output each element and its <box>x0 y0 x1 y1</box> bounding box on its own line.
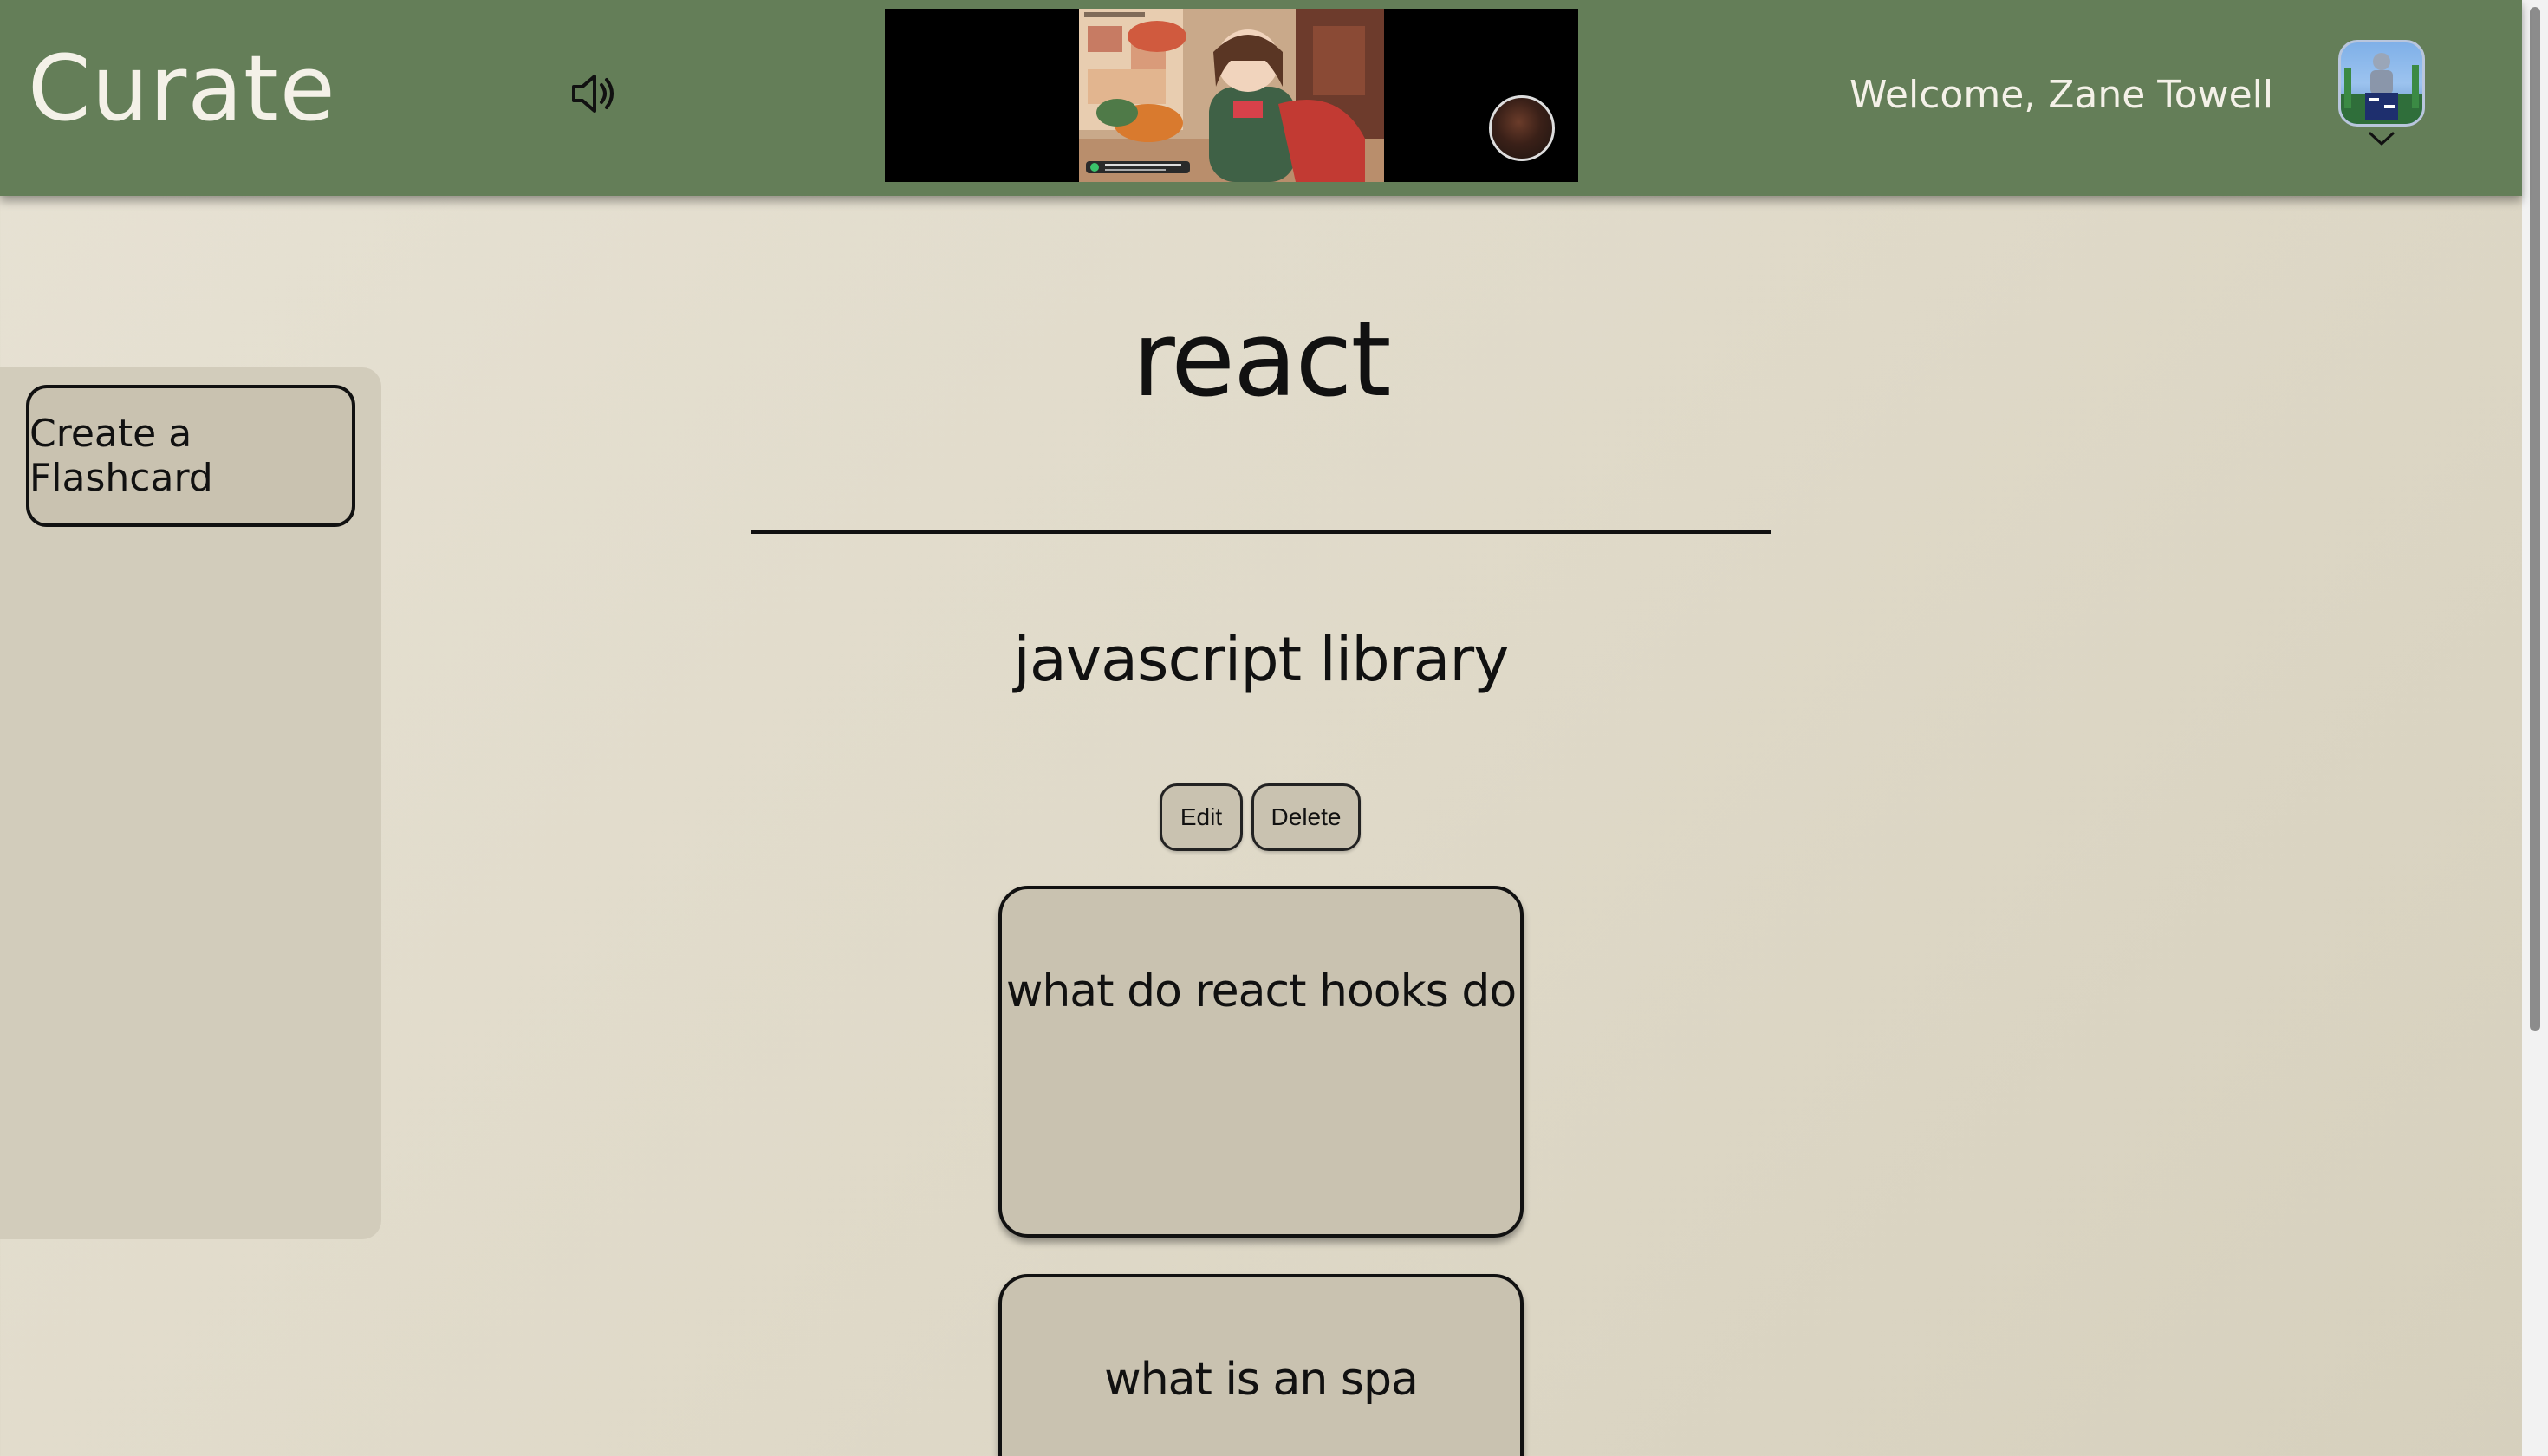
music-video-player[interactable] <box>885 9 1578 182</box>
chevron-down-icon[interactable] <box>2368 130 2395 147</box>
flashcard[interactable]: what do react hooks do <box>998 886 1524 1238</box>
scrollbar-thumb[interactable] <box>2530 7 2540 1031</box>
flashcard-question: what do react hooks do <box>1005 965 1517 1017</box>
channel-avatar-icon[interactable] <box>1489 95 1555 161</box>
flashcard-question: what is an spa <box>1104 1354 1419 1406</box>
delete-deck-button[interactable]: Delete <box>1251 783 1361 851</box>
speaker-icon[interactable] <box>569 71 619 116</box>
top-header: Curate Welcome, Zane Towell <box>0 0 2522 196</box>
video-thumbnail <box>1079 9 1384 182</box>
deck-description: javascript library <box>1013 624 1509 695</box>
edit-deck-button[interactable]: Edit <box>1160 783 1243 851</box>
title-divider <box>751 530 1771 534</box>
brand-logo[interactable]: Curate <box>28 43 336 133</box>
user-avatar[interactable] <box>2338 40 2425 127</box>
welcome-message: Welcome, Zane Towell <box>1849 73 2274 117</box>
flashcard[interactable]: what is an spa <box>998 1274 1524 1456</box>
page-scrollbar[interactable] <box>2522 0 2548 1456</box>
deck-title: react <box>1132 300 1391 420</box>
sidebar: Create a Flashcard <box>0 367 381 1239</box>
